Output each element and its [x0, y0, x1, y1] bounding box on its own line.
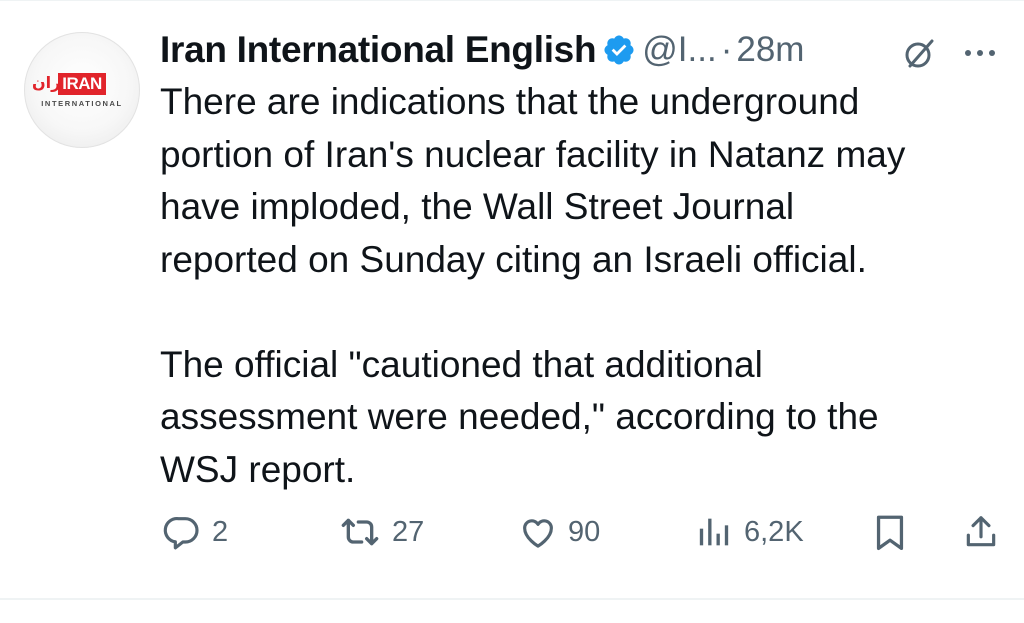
repost-button[interactable]: 27 — [338, 510, 424, 554]
views-count: 6,2K — [744, 515, 804, 548]
bookmark-icon — [876, 515, 904, 550]
repost-icon — [341, 518, 379, 546]
tweet-header: Iran International English @I... · 28m — [160, 26, 804, 74]
reply-icon — [163, 517, 199, 550]
bottom-divider — [0, 598, 1024, 600]
grok-icon[interactable] — [902, 36, 938, 72]
logo-farsi-text: ایران — [32, 75, 73, 92]
share-button[interactable] — [962, 510, 1000, 554]
like-button[interactable]: 90 — [518, 510, 600, 554]
more-options-icon[interactable] — [960, 38, 1000, 68]
logo-subtitle: INTERNATIONAL — [41, 99, 123, 108]
top-divider — [0, 0, 1024, 1]
timestamp[interactable]: 28m — [736, 30, 804, 70]
avatar[interactable]: ایران IRAN INTERNATIONAL — [24, 32, 140, 148]
tweet-text: There are indications that the undergrou… — [160, 81, 906, 490]
like-count: 90 — [568, 515, 601, 548]
views-button[interactable]: 6,2K — [694, 510, 804, 554]
repost-count: 27 — [392, 515, 425, 548]
handle[interactable]: @I... — [642, 30, 716, 70]
logo-iran-text: IRAN — [58, 73, 106, 95]
bookmark-button[interactable] — [872, 510, 908, 554]
separator-dot: · — [720, 30, 733, 69]
views-chart-icon — [699, 518, 729, 546]
heart-icon — [523, 519, 553, 548]
reply-button[interactable]: 2 — [162, 510, 228, 554]
verified-badge-icon[interactable] — [602, 33, 636, 67]
share-icon — [966, 516, 996, 547]
display-name[interactable]: Iran International English — [160, 29, 597, 71]
reply-count: 2 — [212, 515, 229, 548]
